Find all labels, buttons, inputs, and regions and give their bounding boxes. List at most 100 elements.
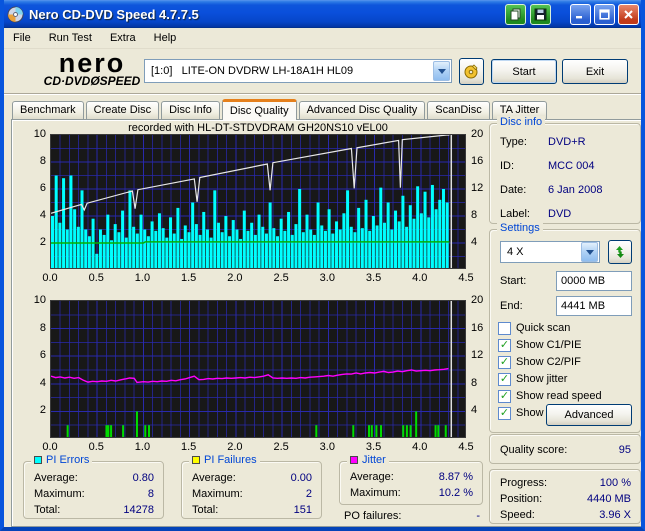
disc-info-value: DVD+R <box>548 136 586 148</box>
minimize-icon <box>576 16 582 19</box>
stat-label: Maximum: <box>350 487 401 499</box>
save-button[interactable] <box>530 4 551 25</box>
stat-row: Total: 151 <box>192 504 312 516</box>
quality-score-box: Quality score: 95 <box>489 434 641 464</box>
jitter-chart: 10 8 6 4 2 20 16 12 8 4 0.0 0.5 1.0 1.5 2.0 2.5 3.0 3.5… <box>14 294 514 468</box>
checkbox-show-jitter[interactable]: ✓ Show jitter <box>498 371 634 387</box>
x-tick-label: 2.5 <box>273 441 289 453</box>
checked-checkbox-icon[interactable]: ✓ <box>498 338 511 352</box>
tab-strip: Benchmark Create Disc Disc Info Disc Qualit… <box>12 99 549 120</box>
titlebar[interactable]: Nero CD-DVD Speed 4.7.7.5 <box>4 0 641 28</box>
burn-options-button[interactable] <box>459 58 484 85</box>
y-tick-label: 4 <box>471 236 478 248</box>
floppy-disk-icon <box>534 8 547 21</box>
app-icon <box>7 6 24 22</box>
checkbox-show-read-speed[interactable]: ✓ Show read speed <box>498 388 634 404</box>
checked-checkbox-icon[interactable]: ✓ <box>498 389 511 403</box>
stat-row: Average: 0.00 <box>192 472 312 484</box>
menu-file[interactable]: File <box>4 29 40 47</box>
drive-select[interactable]: [1:0] LITE-ON DVDRW LH-18A1H HL09 <box>144 59 452 83</box>
y-tick-label: 20 <box>471 294 484 306</box>
burn-disc-icon <box>464 64 478 79</box>
y-tick-label: 10 <box>33 128 46 140</box>
menu-run-test[interactable]: Run Test <box>40 29 101 47</box>
checkbox-quick-scan[interactable]: Quick scan <box>498 320 634 336</box>
stat-label: Average: <box>34 472 78 484</box>
stat-label: Total: <box>192 504 219 516</box>
refresh-button[interactable] <box>608 240 632 264</box>
tab-disc-info[interactable]: Disc Info <box>161 101 220 120</box>
end-position-input[interactable] <box>556 296 632 316</box>
scan-speed-select[interactable]: 4 X <box>500 241 600 263</box>
x-tick-label: 2.5 <box>273 272 289 284</box>
jitter-stats-caption: Jitter <box>347 454 389 466</box>
po-failures-row: PO failures: - <box>344 510 482 522</box>
stat-value: 2 <box>305 488 312 500</box>
stat-row: Maximum: 10.2 % <box>350 487 473 499</box>
scan-speed-arrow[interactable] <box>581 242 598 262</box>
y-tick-label: 6 <box>39 182 46 194</box>
unchecked-checkbox-icon[interactable] <box>498 321 511 335</box>
x-tick-label: 0.5 <box>88 272 104 284</box>
close-icon <box>624 10 633 19</box>
menu-help[interactable]: Help <box>145 29 186 47</box>
checkbox-label: Show read speed <box>516 390 602 402</box>
minimize-button[interactable] <box>570 4 591 25</box>
stat-row: Maximum: 8 <box>34 488 154 500</box>
checkbox-label: Show C2/PIF <box>516 356 581 368</box>
start-position-input[interactable] <box>556 271 632 291</box>
quality-score-row: Quality score: 95 <box>500 444 631 456</box>
pi-failures-swatch-icon <box>192 456 200 464</box>
stat-value: 10.2 % <box>438 487 473 499</box>
copy-to-clipboard-button[interactable] <box>505 4 526 25</box>
header-bar: nero CD·DVDØSPEED [1:0] LITE-ON DVDRW LH… <box>4 50 641 94</box>
tab-benchmark[interactable]: Benchmark <box>12 101 84 120</box>
advanced-button[interactable]: Advanced <box>546 404 632 426</box>
pi-failures-stats-box: PI Failures Average: 0.00 Maximum: 2 Total… <box>181 454 322 519</box>
tab-advanced-disc-quality[interactable]: Advanced Disc Quality <box>298 101 426 120</box>
y-tick-label: 10 <box>33 294 46 306</box>
x-tick-label: 1.0 <box>134 441 151 453</box>
drive-select-arrow[interactable] <box>433 61 450 81</box>
checked-checkbox-icon[interactable]: ✓ <box>498 372 511 386</box>
progress-label: Progress: <box>500 477 548 489</box>
jitter-swatch-icon <box>350 456 358 464</box>
y-tick-label: 12 <box>471 349 484 362</box>
refresh-icon <box>616 246 624 258</box>
x-tick-label: 4.0 <box>412 441 428 453</box>
pi-errors-stats-title: PI Errors <box>46 454 90 466</box>
checked-checkbox-icon[interactable]: ✓ <box>498 406 511 420</box>
stat-value: 0.80 <box>132 472 154 484</box>
y-tick-label: 2 <box>39 236 46 248</box>
maximize-icon <box>599 9 610 20</box>
exit-button[interactable]: Exit <box>562 59 628 84</box>
y-tick-label: 20 <box>471 128 484 140</box>
close-button[interactable] <box>618 4 639 25</box>
pi-errors-stats-box: PI Errors Average: 0.80 Maximum: 8 Total: 1… <box>23 454 164 519</box>
x-tick-label: 4.5 <box>458 441 474 453</box>
tab-disc-quality[interactable]: Disc Quality <box>221 99 297 120</box>
checkbox-show-c2-pif[interactable]: ✓ Show C2/PIF <box>498 354 634 370</box>
tab-create-disc[interactable]: Create Disc <box>85 101 160 120</box>
cd-dvd-speed-logo-text: CD·DVDØSPEED <box>43 74 141 88</box>
quality-score-value: 95 <box>618 444 631 456</box>
start-button[interactable]: Start <box>491 59 557 84</box>
disc-info-label: ID: <box>500 160 515 172</box>
position-row: Position: 4440 MB <box>500 493 631 505</box>
x-tick-label: 3.5 <box>365 272 382 284</box>
y-tick-label: 16 <box>471 155 484 167</box>
checkbox-label: Show jitter <box>516 373 568 385</box>
progress-row: Progress: 100 % <box>500 477 631 489</box>
menu-extra[interactable]: Extra <box>101 29 145 47</box>
checked-checkbox-icon[interactable]: ✓ <box>498 355 511 369</box>
po-failures-value: - <box>476 510 480 522</box>
settings-caption: Settings <box>497 222 543 234</box>
y-tick-label: 2 <box>39 404 46 417</box>
maximize-button[interactable] <box>594 4 615 25</box>
x-tick-label: 4.0 <box>412 272 428 284</box>
stat-value: 151 <box>293 504 312 516</box>
stat-row: Total: 14278 <box>34 504 154 516</box>
checkbox-show-c1-pie[interactable]: ✓ Show C1/PIE <box>498 337 634 353</box>
y-tick-label: 8 <box>39 321 46 334</box>
tab-scandisc[interactable]: ScanDisc <box>427 101 490 120</box>
